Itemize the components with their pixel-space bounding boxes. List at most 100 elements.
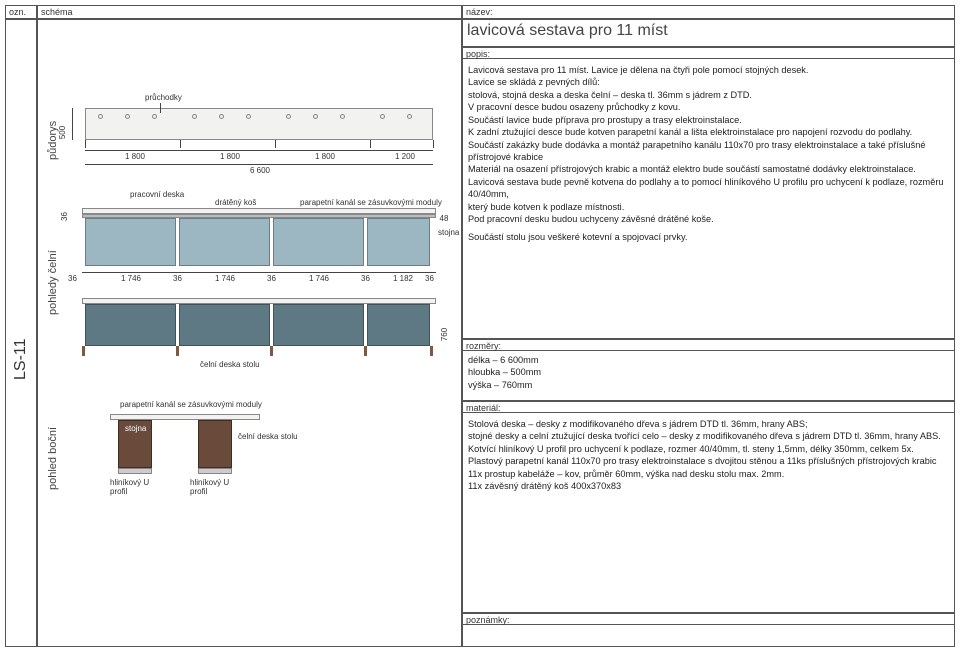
desc-line: V pracovní desce budou osazeny průchodky… (468, 101, 950, 113)
mat-line: Kotvící hliníkový U profil pro uchycení … (468, 443, 950, 455)
front-panel (273, 218, 364, 266)
desc-line: Lavicová sestava bude pevně kotvena do p… (468, 176, 950, 201)
front-panel (367, 218, 430, 266)
grommet-icon (380, 114, 385, 119)
roz-line: hloubka – 500mm (468, 366, 950, 378)
front2-panel (273, 304, 364, 346)
ann-kos: drátěný koš (215, 198, 256, 207)
tick (275, 140, 276, 148)
roz-line: délka – 6 600mm (468, 354, 950, 366)
dim-top-h: 36 (60, 212, 69, 221)
desc-line: Lavice se skládá z pevných dílů: (468, 76, 950, 88)
dim-depth: 500 (58, 126, 67, 139)
dim-b1: 1 800 (115, 152, 155, 161)
tick (85, 140, 86, 148)
ann-pruchodky: průchodky (145, 93, 182, 102)
dim-g: 36 (267, 274, 276, 283)
code-label: LS-11 (12, 338, 30, 380)
front-panel (179, 218, 270, 266)
mat-line: 11x závěsný drátěný koš 400x370x83 (468, 480, 950, 492)
dim-g: 36 (361, 274, 370, 283)
ann-stojna2: stojna (125, 424, 146, 433)
u-profile (198, 468, 232, 474)
tick (433, 140, 434, 148)
ann-pracovni: pracovní deska (130, 190, 184, 199)
desc-line: Součástí stolu jsou veškeré kotevní a sp… (468, 231, 950, 243)
dimline (72, 108, 73, 140)
dim-s2: 1 746 (207, 274, 243, 283)
hdr-popis: popis: (462, 47, 955, 59)
desc-text: Lavicová sestava pro 11 míst. Lavice je … (468, 64, 950, 244)
plan-top (85, 108, 433, 140)
dimline (85, 150, 433, 151)
ozn-col (5, 19, 37, 647)
desc-line: Pod pracovní desku budou uchyceny závěsn… (468, 213, 950, 225)
grommet-icon (125, 114, 130, 119)
lbl-bocni: pohled boční (47, 427, 59, 490)
rozmery-text: délka – 6 600mm hloubka – 500mm výška – … (468, 354, 950, 391)
desc-line: který bude kotven k podlaze místnosti. (468, 201, 950, 213)
desc-line: Součástí zakázky bude dodávka a montáž p… (468, 139, 950, 164)
hdr-schema: schéma (37, 5, 462, 19)
dim-side-h: 760 (440, 328, 449, 341)
front2-panel (85, 304, 176, 346)
grommet-icon (219, 114, 224, 119)
mat-line: 11x prostup kabeláže – kov, průměr 60mm,… (468, 468, 950, 480)
front-panel (85, 218, 176, 266)
ann-celni2: čelní deska stolu (238, 432, 298, 441)
dimline (82, 272, 436, 273)
hdr-poznamky: poznámky: (462, 613, 955, 625)
dim-s1: 1 746 (113, 274, 149, 283)
ann-kanal2: parapetní kanál se zásuvkovými moduly (120, 400, 262, 409)
tick (370, 140, 371, 148)
mat-line: Plastový parapetní kanál 110x70 pro tras… (468, 455, 950, 467)
u-profile (118, 468, 152, 474)
grommet-icon (340, 114, 345, 119)
grommet-icon (313, 114, 318, 119)
hdr-nazev: název: (462, 5, 955, 19)
hdr-material: materiál: (462, 401, 955, 413)
tick (180, 140, 181, 148)
ann-uprofil1: hliníkový U profil (110, 478, 158, 496)
dim-b4: 1 200 (385, 152, 425, 161)
title-box: lavicová sestava pro 11 míst (462, 19, 955, 47)
mat-line: stojné desky a celní ztužující deska tvo… (468, 430, 950, 442)
leader (160, 103, 161, 113)
ann-kanal: parapetní kanál se zásuvkovými moduly (300, 198, 442, 207)
dim-g: 36 (68, 274, 77, 283)
ann-uprofil2: hliníkový U profil (190, 478, 238, 496)
leg (82, 346, 85, 356)
poznamky-box (462, 625, 955, 647)
hdr-rozmery: rozměry: (462, 339, 955, 351)
desc-line: stolová, stojná deska a deska čelní – de… (468, 89, 950, 101)
desc-line: K zadní ztužující desce bude kotven para… (468, 126, 950, 138)
grommet-icon (246, 114, 251, 119)
desc-line: Materiál na osazení přístrojových krabic… (468, 163, 950, 175)
grommet-icon (407, 114, 412, 119)
dim-g: 36 (173, 274, 182, 283)
dimline (85, 164, 433, 165)
front2-panel (367, 304, 430, 346)
mat-line: Stolová deska – desky z modifikovaného d… (468, 418, 950, 430)
desc-line: Součástí lavice bude příprava pro prostu… (468, 114, 950, 126)
dim-legw: 48 (436, 214, 452, 223)
grommet-icon (286, 114, 291, 119)
grommet-icon (192, 114, 197, 119)
hdr-ozn: ozn. (5, 5, 37, 19)
leg (270, 346, 273, 356)
grommet-icon (98, 114, 103, 119)
dim-s4: 1 182 (385, 274, 421, 283)
dim-s3: 1 746 (301, 274, 337, 283)
desc-line: Lavicová sestava pro 11 míst. Lavice je … (468, 64, 950, 76)
material-text: Stolová deska – desky z modifikovaného d… (468, 418, 950, 493)
ann-celni: čelní deska stolu (200, 360, 260, 369)
leg (364, 346, 367, 356)
dim-total: 6 600 (240, 166, 280, 175)
lbl-celni: pohledy čelní (47, 250, 59, 315)
front2-panel (179, 304, 270, 346)
leg (430, 346, 433, 356)
side-stojna2 (198, 420, 232, 468)
dim-g-end: 36 (425, 274, 434, 283)
roz-line: výška – 760mm (468, 379, 950, 391)
dim-b3: 1 800 (305, 152, 345, 161)
